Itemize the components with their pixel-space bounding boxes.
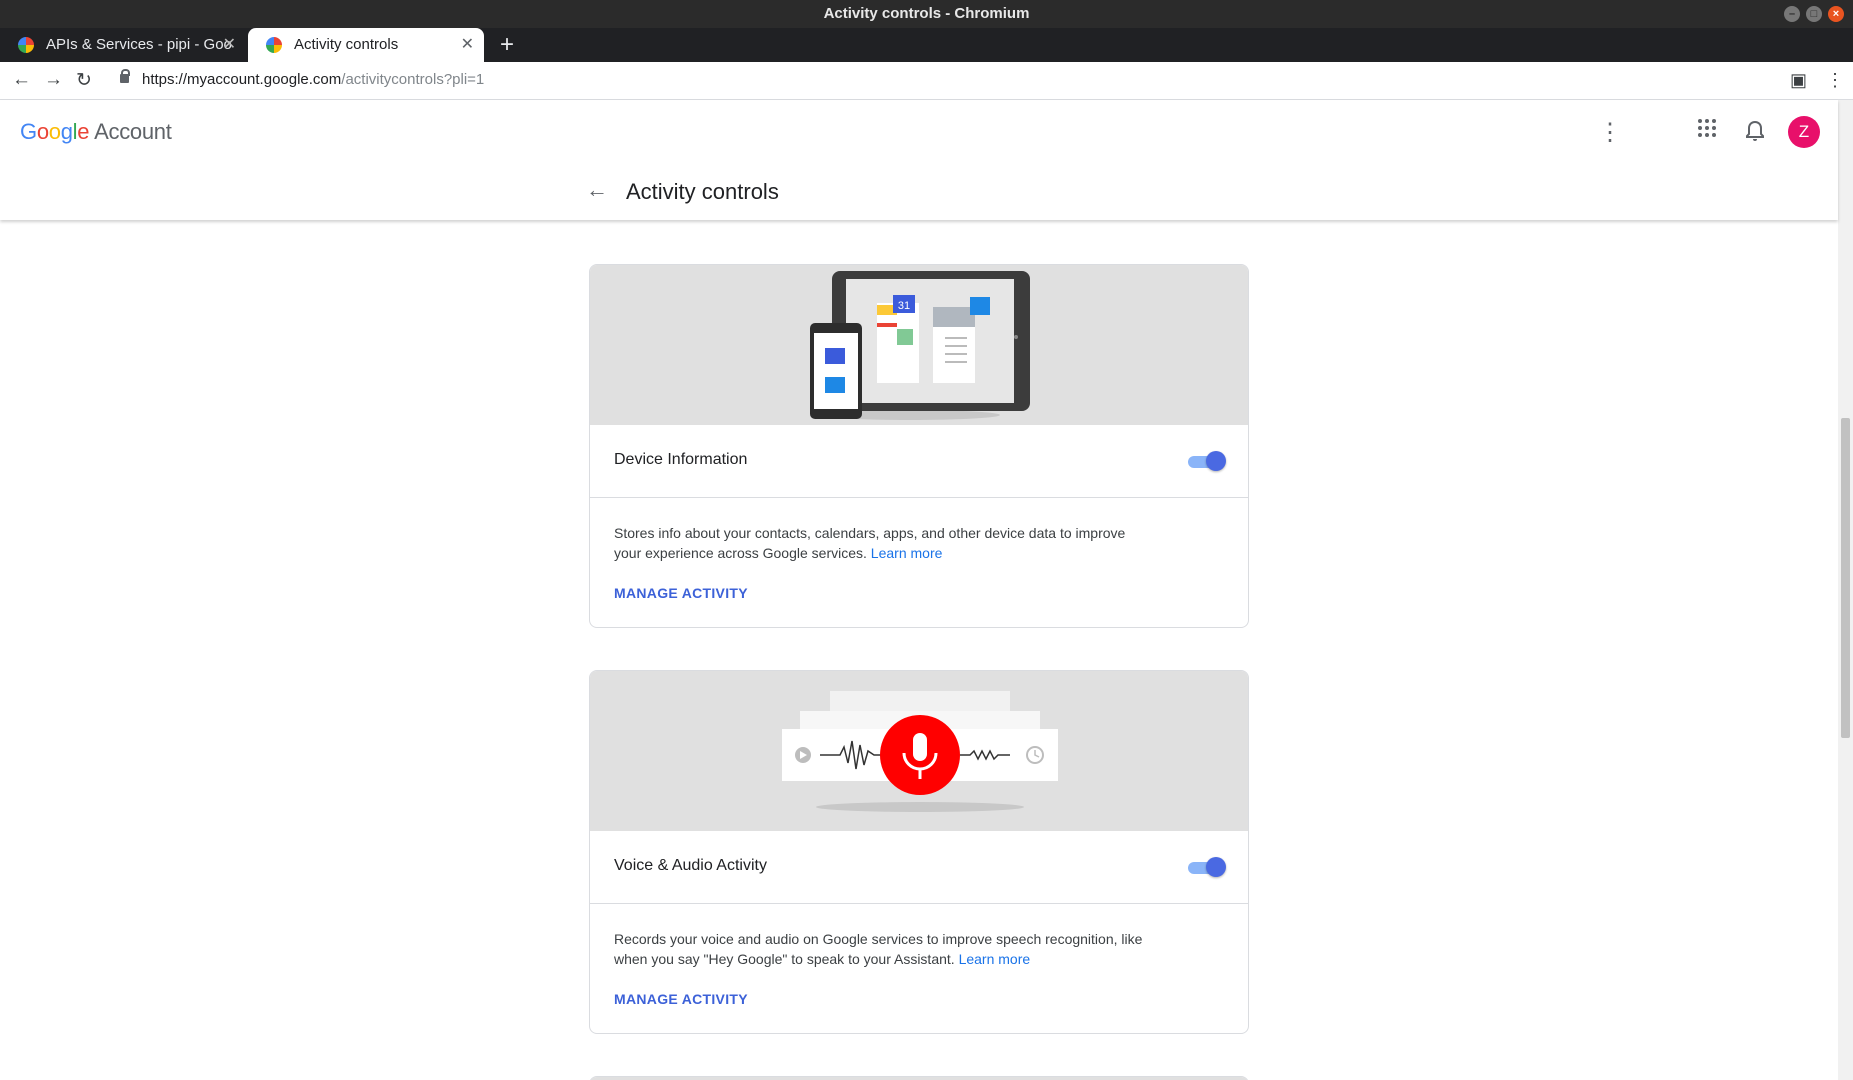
minimize-icon[interactable]: –	[1784, 6, 1800, 22]
address-bar[interactable]: https://myaccount.google.com/activitycon…	[142, 71, 484, 88]
card-description: Stores info about your contacts, calenda…	[590, 498, 1170, 563]
account-label: Account	[94, 119, 172, 144]
learn-more-link[interactable]: Learn more	[959, 951, 1031, 967]
manage-activity-button[interactable]: MANAGE ACTIVITY	[590, 563, 1248, 627]
new-tab-icon[interactable]: +	[500, 28, 514, 62]
voice-audio-activity-card: Voice & Audio Activity Records your voic…	[589, 670, 1249, 1034]
google-favicon-icon	[18, 37, 34, 53]
next-activity-card	[589, 1076, 1249, 1080]
voice-audio-activity-row[interactable]: Voice & Audio Activity	[590, 831, 1248, 904]
google-favicon-icon	[266, 37, 282, 53]
close-tab-icon[interactable]: ✕	[461, 28, 474, 62]
avatar[interactable]: Z	[1788, 116, 1820, 148]
tab-label: APIs & Services - pipi - Goo	[46, 36, 232, 53]
browser-toolbar: ← → ↻ https://myaccount.google.com/activ…	[0, 62, 1853, 100]
device-information-row[interactable]: Device Information	[590, 425, 1248, 498]
card-description: Records your voice and audio on Google s…	[590, 904, 1170, 969]
lock-icon[interactable]	[120, 69, 130, 83]
voice-audio-illustration	[590, 671, 1248, 831]
toggle-knob	[1206, 451, 1226, 471]
app-header: Google Account ⋮ Z ← Activity controls	[0, 100, 1838, 220]
url-host: https://myaccount.google.com	[142, 71, 342, 88]
tab-activity-controls[interactable]: Activity controls ✕	[248, 28, 484, 62]
device-information-card: 31 Device Information Stores info about …	[589, 264, 1249, 628]
description-text: Records your voice and audio on Google s…	[614, 931, 1143, 967]
window-titlebar: Activity controls - Chromium – □ ×	[0, 0, 1853, 28]
page-scrollbar[interactable]	[1838, 100, 1853, 1080]
scrollbar-thumb[interactable]	[1841, 418, 1850, 738]
page-title: Activity controls	[626, 179, 779, 204]
url-path: /activitycontrols?pli=1	[341, 71, 485, 88]
close-window-icon[interactable]: ×	[1828, 6, 1844, 22]
card-title: Device Information	[614, 451, 748, 468]
main-content: 31 Device Information Stores info about …	[0, 220, 1838, 1080]
toggle-knob	[1206, 857, 1226, 877]
device-information-illustration: 31	[590, 265, 1248, 425]
reload-icon[interactable]: ↻	[76, 69, 92, 92]
profile-clipboard-icon[interactable]: ▣	[1790, 70, 1807, 91]
window-title: Activity controls - Chromium	[823, 5, 1030, 22]
manage-activity-button[interactable]: MANAGE ACTIVITY	[590, 969, 1248, 1033]
device-information-toggle[interactable]	[1188, 451, 1226, 471]
back-icon[interactable]: ←	[12, 69, 31, 91]
tab-apis-services[interactable]: APIs & Services - pipi - Goo ✕	[0, 28, 246, 62]
google-logo-text: Google	[20, 119, 90, 144]
browser-menu-icon[interactable]: ⋮	[1826, 70, 1844, 91]
close-tab-icon[interactable]: ✕	[223, 28, 236, 62]
learn-more-link[interactable]: Learn more	[871, 545, 943, 561]
apps-grid-icon[interactable]	[1697, 118, 1717, 143]
card-title: Voice & Audio Activity	[614, 857, 767, 874]
forward-icon[interactable]: →	[44, 69, 63, 91]
tab-label: Activity controls	[294, 36, 399, 53]
voice-audio-activity-toggle[interactable]	[1188, 857, 1226, 877]
tab-strip: APIs & Services - pipi - Goo ✕ Activity …	[0, 28, 1853, 62]
notifications-bell-icon[interactable]	[1745, 120, 1765, 147]
description-text: Stores info about your contacts, calenda…	[614, 525, 1126, 561]
google-account-logo[interactable]: Google Account	[20, 119, 172, 145]
maximize-icon[interactable]: □	[1806, 6, 1822, 22]
calendar-day-text: 31	[898, 300, 910, 312]
back-arrow-icon[interactable]: ←	[586, 177, 608, 203]
more-options-icon[interactable]: ⋮	[1598, 118, 1622, 147]
